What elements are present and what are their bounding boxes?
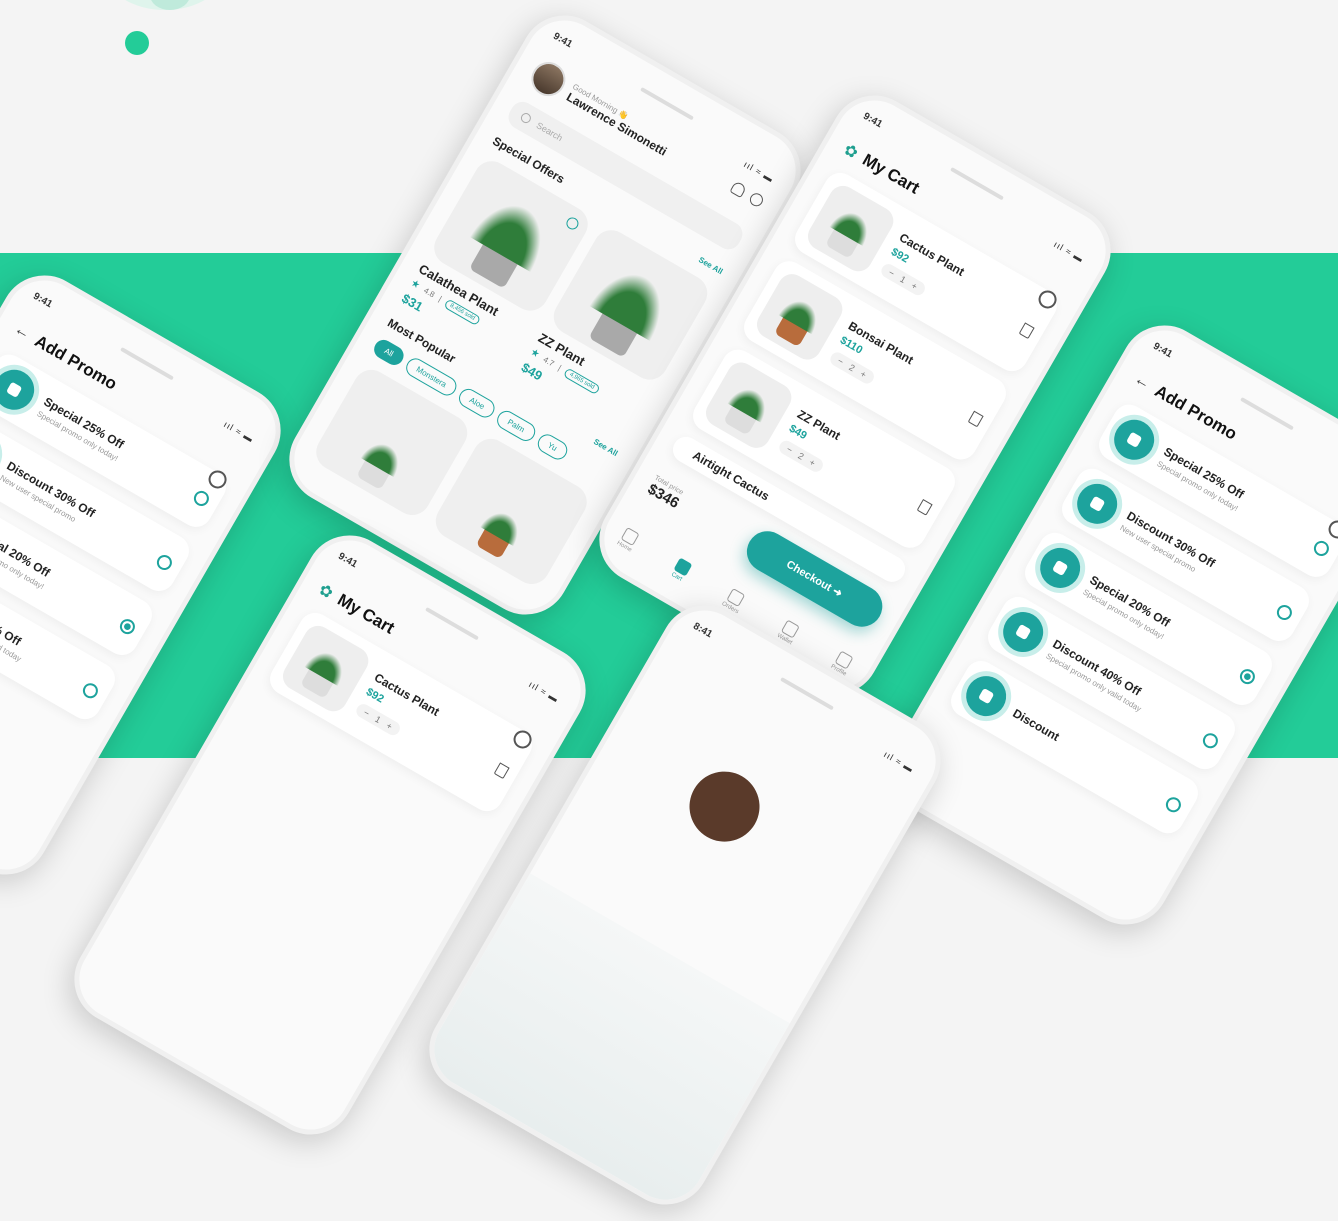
see-all-link[interactable]: See All <box>592 437 619 458</box>
chip-more[interactable]: Yu <box>533 430 571 463</box>
star-icon: ★ <box>528 346 542 361</box>
chip-all[interactable]: All <box>370 336 407 369</box>
phone-notch <box>640 86 694 121</box>
see-all-link[interactable]: See All <box>697 255 724 276</box>
phone-notch <box>1240 396 1294 431</box>
phone-notch <box>950 166 1004 201</box>
back-arrow-icon[interactable]: ← <box>11 320 33 344</box>
avatar[interactable] <box>525 55 572 103</box>
favorite-icon[interactable] <box>564 215 581 232</box>
promo-badge-icon <box>1069 476 1125 532</box>
phone-notch <box>120 346 174 381</box>
back-arrow-icon[interactable]: ← <box>1131 370 1153 394</box>
promo-badge-icon <box>995 604 1051 660</box>
chip-palm[interactable]: Palm <box>493 407 539 445</box>
rating: 4.8 <box>422 285 437 300</box>
search-icon <box>519 111 533 125</box>
bell-icon[interactable] <box>729 179 748 198</box>
search-placeholder: Search <box>534 120 565 144</box>
phone-notch <box>780 676 834 711</box>
promo-badge-icon <box>1032 540 1088 596</box>
tab-cart[interactable]: Cart <box>669 557 693 583</box>
star-icon: ★ <box>408 277 422 292</box>
promo-badge-icon <box>0 362 42 418</box>
chip-aloe[interactable]: Aloe <box>455 385 499 422</box>
tab-home[interactable]: Home <box>616 526 641 554</box>
phone-notch <box>425 606 479 641</box>
promo-badge-icon <box>958 668 1014 724</box>
leaf-logo-icon: ✿ <box>840 141 861 163</box>
decorative-dot <box>125 31 149 55</box>
leaf-logo-icon: ✿ <box>315 581 336 603</box>
promo-badge-icon <box>1106 412 1162 468</box>
rating: 4.7 <box>541 354 556 369</box>
heart-icon[interactable] <box>747 190 766 209</box>
